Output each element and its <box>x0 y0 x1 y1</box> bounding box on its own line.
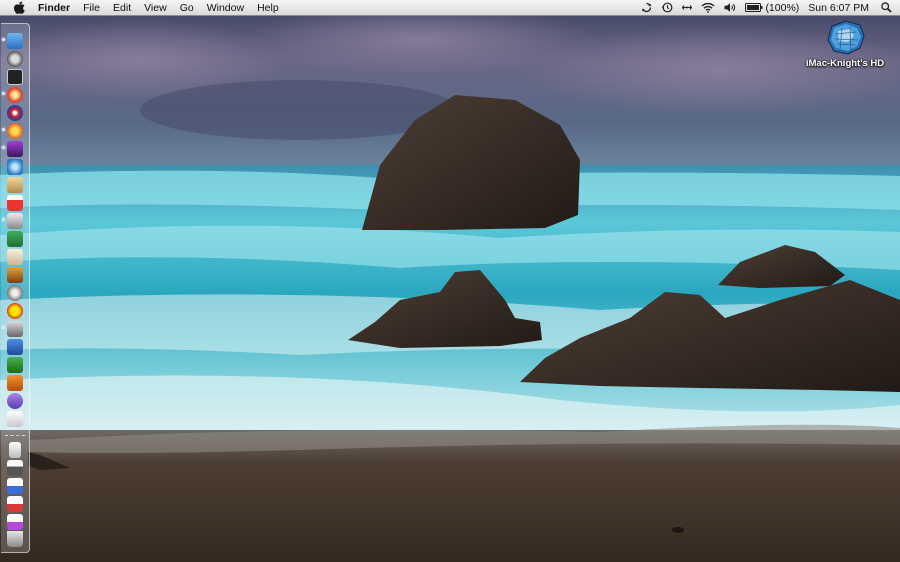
dock <box>1 23 30 553</box>
status-menus: (100%) Sun 6:07 PM <box>632 0 892 15</box>
preview-icon[interactable] <box>7 213 23 229</box>
chat-messenger-icon[interactable] <box>7 303 23 319</box>
iphoto-icon[interactable] <box>7 231 23 247</box>
volume-icon[interactable] <box>724 2 736 13</box>
menubar-clock[interactable]: Sun 6:07 PM <box>808 2 869 14</box>
cards-game-icon[interactable] <box>7 249 23 265</box>
menu-app-name[interactable]: Finder <box>38 2 70 14</box>
running-indicator <box>2 128 5 131</box>
window-minimized-icon[interactable] <box>7 460 23 476</box>
disk-utility-icon[interactable] <box>7 285 23 301</box>
opera-browser-icon[interactable] <box>7 87 23 103</box>
purple-app-icon[interactable] <box>7 141 23 157</box>
menu-window[interactable]: Window <box>207 2 244 14</box>
time-machine-icon[interactable] <box>661 2 673 13</box>
finder-icon[interactable] <box>7 33 23 49</box>
wifi-icon[interactable] <box>701 2 715 13</box>
spotlight-search-icon[interactable] <box>881 2 892 13</box>
address-book-icon[interactable] <box>7 177 23 193</box>
running-indicator <box>2 146 5 149</box>
firefox-alt-icon[interactable] <box>7 123 23 139</box>
hard-drive-icon[interactable] <box>820 20 870 56</box>
dashboard-icon[interactable] <box>7 51 23 67</box>
battery-icon[interactable] <box>745 3 763 12</box>
running-indicator <box>2 38 5 41</box>
menu-help[interactable]: Help <box>257 2 279 14</box>
apple-menu-icon[interactable] <box>14 1 26 14</box>
menu-view[interactable]: View <box>144 2 167 14</box>
menu-go[interactable]: Go <box>180 2 194 14</box>
ichat-icon[interactable] <box>7 159 23 175</box>
hard-drive-label[interactable]: iMac-Knight's HD <box>790 58 900 69</box>
word-icon[interactable] <box>7 339 23 355</box>
battery-percent: (100%) <box>765 1 800 14</box>
dock-separator <box>5 435 25 436</box>
window-minimized-icon[interactable] <box>7 478 23 494</box>
bluetooth-icon[interactable] <box>682 2 693 13</box>
window-minimized-icon[interactable] <box>7 514 23 530</box>
desktop-wallpaper <box>0 0 900 562</box>
ical-icon[interactable] <box>7 195 23 211</box>
entourage-icon[interactable] <box>7 393 23 409</box>
running-indicator <box>2 92 5 95</box>
running-indicator <box>2 326 5 329</box>
powerpoint-icon[interactable] <box>7 375 23 391</box>
terminal-icon[interactable] <box>7 69 23 85</box>
window-minimized-icon[interactable] <box>7 496 23 512</box>
running-indicator <box>2 218 5 221</box>
menu-file[interactable]: File <box>83 2 100 14</box>
menu-bar: Finder File Edit View Go Window Help (10… <box>0 0 900 16</box>
trash-icon[interactable] <box>7 531 23 547</box>
document-stack-icon[interactable] <box>9 442 21 458</box>
textedit-icon[interactable] <box>7 411 23 427</box>
excel-icon[interactable] <box>7 357 23 373</box>
firefox-icon[interactable] <box>7 105 23 121</box>
sync-icon[interactable] <box>641 2 652 13</box>
photo-editor-icon[interactable] <box>7 267 23 283</box>
menu-edit[interactable]: Edit <box>113 2 131 14</box>
system-preferences-icon[interactable] <box>7 321 23 337</box>
